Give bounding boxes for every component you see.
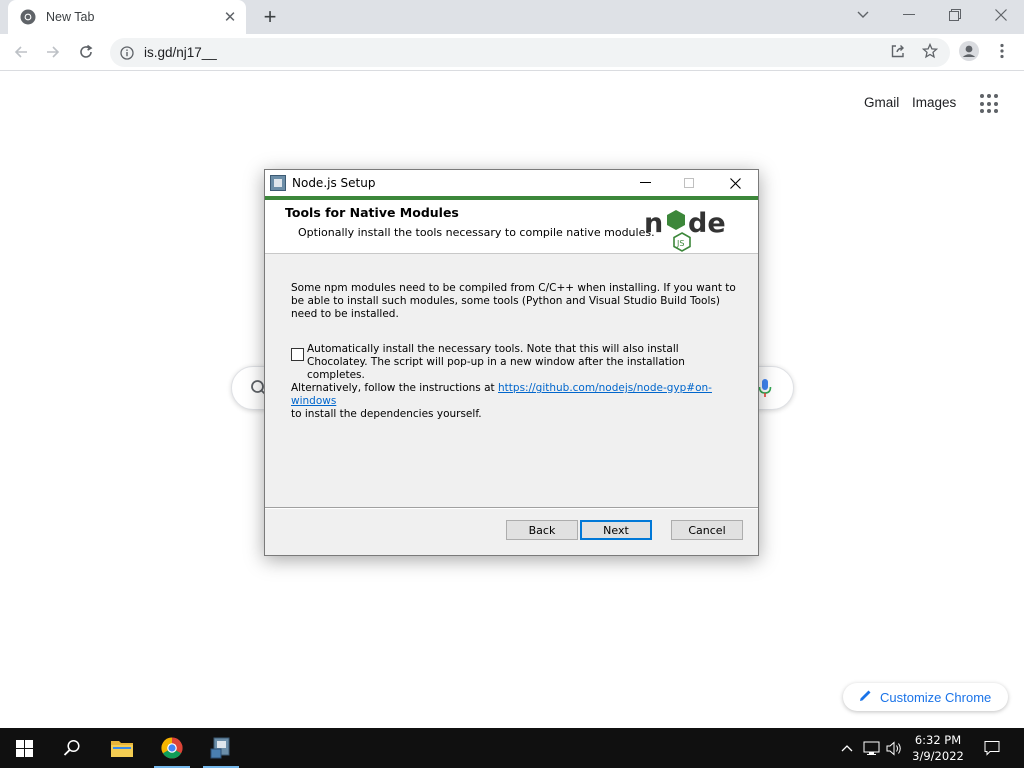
pencil-icon <box>859 689 872 705</box>
windows-taskbar: 6:32 PM 3/9/2022 <box>0 728 1024 768</box>
chrome-icon <box>20 9 36 25</box>
nodejs-installer-taskbar-icon[interactable] <box>201 728 241 768</box>
dialog-body-text: Some npm modules need to be compiled fro… <box>291 282 736 320</box>
address-bar[interactable]: is.gd/nj17__ <box>110 38 950 67</box>
dialog-separator <box>265 507 758 509</box>
customize-chrome-label: Customize Chrome <box>880 689 992 705</box>
dialog-title: Node.js Setup <box>292 176 376 190</box>
profile-avatar-icon[interactable] <box>958 40 980 62</box>
url-text: is.gd/nj17__ <box>144 45 217 60</box>
cancel-button[interactable]: Cancel <box>671 520 743 540</box>
alternative-suffix: to install the dependencies yourself. <box>291 408 482 420</box>
close-tab-icon[interactable]: ✕ <box>220 7 240 27</box>
images-link[interactable]: Images <box>912 95 956 110</box>
banner-title: Tools for Native Modules <box>285 205 459 220</box>
tab-search-icon[interactable] <box>848 2 878 28</box>
alternative-instructions: Alternatively, follow the instructions a… <box>291 382 736 421</box>
google-apps-icon[interactable] <box>980 94 1000 114</box>
microphone-icon[interactable] <box>758 378 772 398</box>
network-icon[interactable] <box>862 738 880 758</box>
minimize-window-button[interactable] <box>894 2 924 28</box>
dialog-banner: Tools for Native Modules Optionally inst… <box>265 200 758 254</box>
clock-time: 6:32 PM <box>914 733 962 747</box>
forward-arrow-icon[interactable] <box>40 39 66 65</box>
restore-window-button[interactable] <box>940 2 970 28</box>
windows-start-icon[interactable] <box>4 728 44 768</box>
share-icon[interactable] <box>887 40 909 62</box>
tab-title: New Tab <box>46 10 95 24</box>
dialog-maximize-button <box>667 170 711 196</box>
taskbar-search-icon[interactable] <box>52 728 92 768</box>
svg-text:n: n <box>644 208 663 239</box>
volume-icon[interactable] <box>885 738 903 758</box>
alternative-prefix: Alternatively, follow the instructions a… <box>291 382 499 394</box>
tab-strip: New Tab ✕ + <box>0 0 1024 34</box>
taskbar-clock[interactable]: 6:32 PM 3/9/2022 <box>908 732 968 764</box>
dialog-close-button[interactable] <box>713 170 757 196</box>
banner-subtitle: Optionally install the tools necessary t… <box>298 226 655 239</box>
tab-new-tab[interactable]: New Tab ✕ <box>8 0 246 34</box>
bookmark-star-icon[interactable] <box>919 40 941 62</box>
dialog-minimize-button[interactable] <box>623 170 667 196</box>
installer-icon <box>270 175 286 191</box>
info-icon[interactable] <box>120 45 134 60</box>
show-hidden-icons-chevron-icon[interactable] <box>838 738 856 758</box>
auto-install-label[interactable]: Automatically install the necessary tool… <box>307 343 736 382</box>
close-window-button[interactable] <box>986 2 1016 28</box>
chrome-taskbar-icon[interactable] <box>152 728 192 768</box>
action-center-icon[interactable] <box>983 738 1001 758</box>
dialog-titlebar[interactable]: Node.js Setup <box>265 170 758 196</box>
next-button[interactable]: Next <box>580 520 652 540</box>
svg-text:JS: JS <box>676 239 684 248</box>
back-arrow-icon[interactable] <box>8 39 34 65</box>
svg-text:de: de <box>688 208 726 239</box>
auto-install-checkbox[interactable] <box>291 348 304 361</box>
customize-chrome-button[interactable]: Customize Chrome <box>843 683 1008 711</box>
clock-date: 3/9/2022 <box>912 749 964 763</box>
back-button[interactable]: Back <box>506 520 578 540</box>
nodejs-logo-icon: n de JS <box>644 208 726 252</box>
file-explorer-icon[interactable] <box>102 728 142 768</box>
gmail-link[interactable]: Gmail <box>864 95 899 110</box>
browser-toolbar: is.gd/nj17__ <box>0 34 1024 71</box>
reload-icon[interactable] <box>73 39 99 65</box>
auto-install-option: Automatically install the necessary tool… <box>291 343 736 382</box>
more-menu-icon[interactable] <box>991 40 1013 62</box>
new-tab-button[interactable]: + <box>258 5 282 29</box>
nodejs-setup-dialog: Node.js Setup Tools for Native Modules O… <box>264 169 759 556</box>
